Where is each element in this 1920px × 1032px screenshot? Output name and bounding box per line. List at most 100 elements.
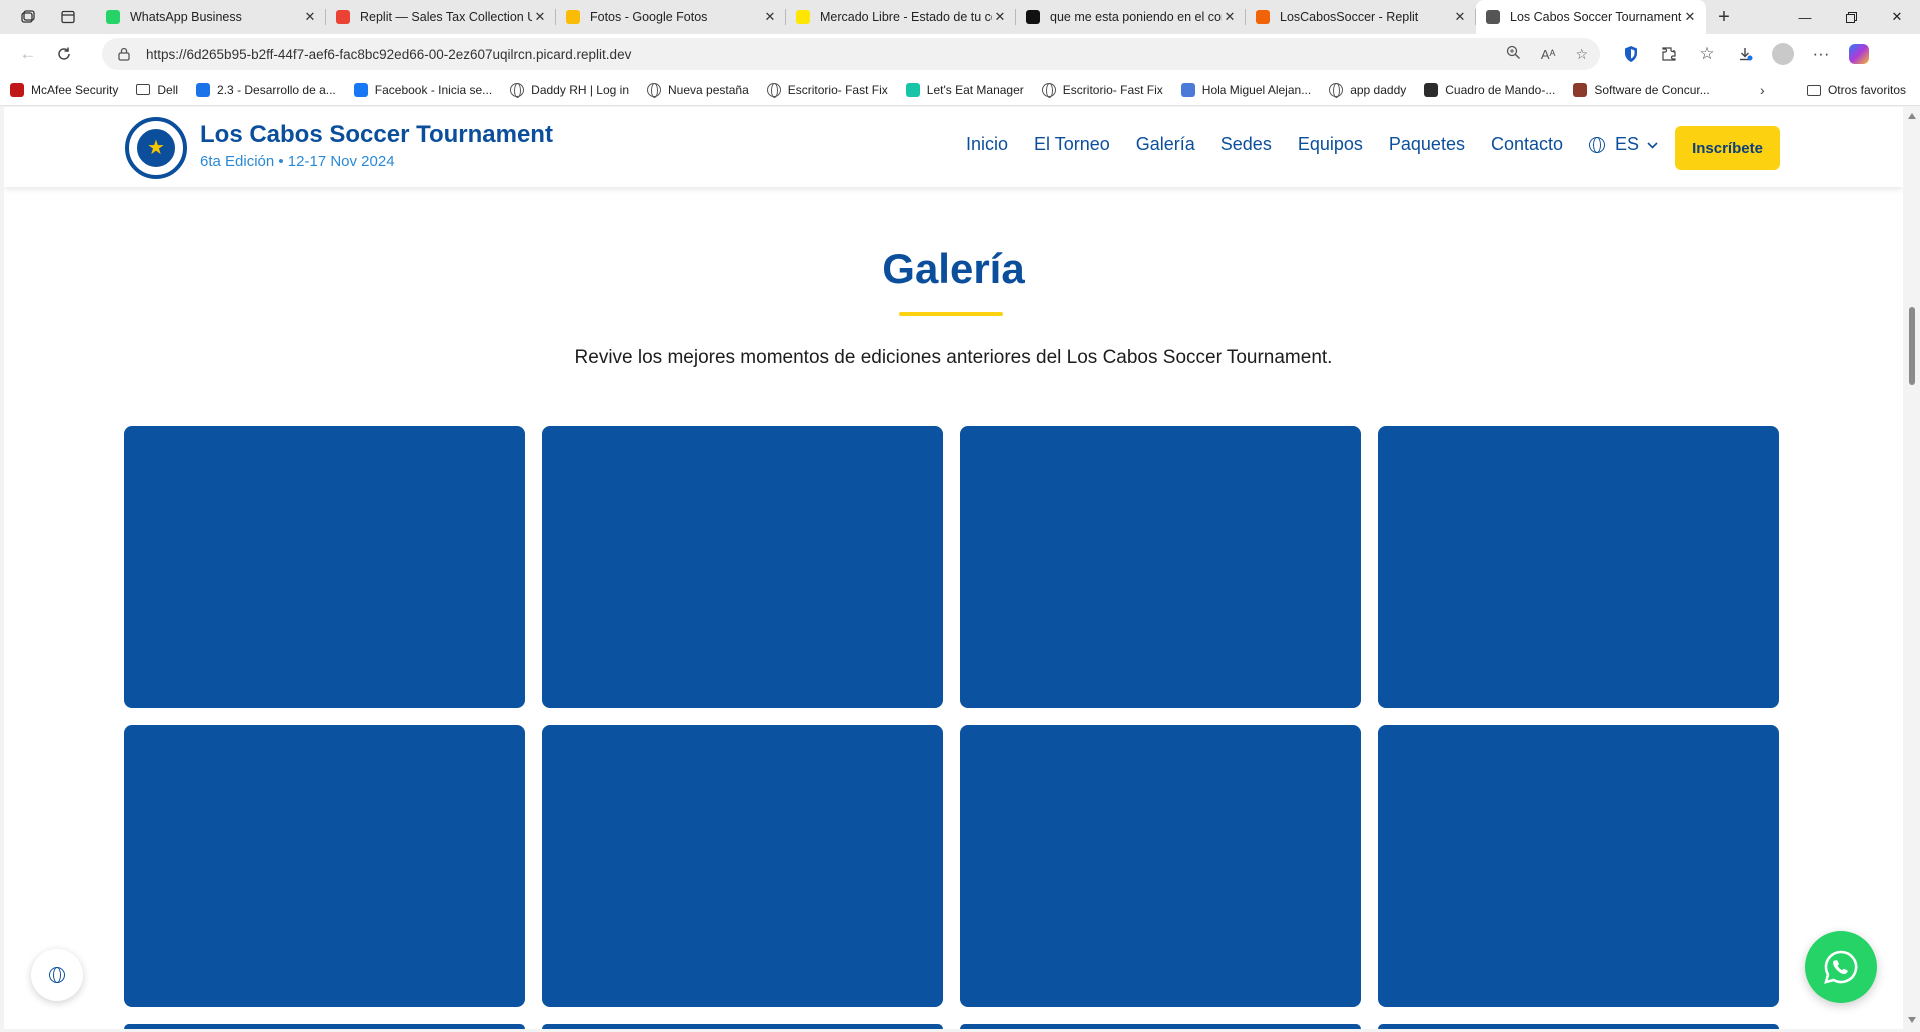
nav-link-galeria[interactable]: Galería	[1136, 134, 1195, 155]
bookmark-label: Nueva pestaña	[668, 82, 749, 97]
bookmark-list: McAfee Security Dell 2.3 - Desarrollo de a…	[10, 82, 1728, 98]
restore-button[interactable]	[1828, 0, 1874, 34]
globe-icon	[1486, 10, 1500, 24]
toolbar-right: ☆ ···	[1612, 34, 1878, 74]
gallery-tile[interactable]	[542, 725, 943, 1007]
scroll-down-arrow-icon[interactable]	[1908, 1017, 1916, 1023]
bookmark-item[interactable]: Let's Eat Manager	[905, 82, 1024, 97]
browser-tab-bar: WhatsApp Business ✕ Replit — Sales Tax Col…	[0, 0, 1920, 34]
gallery-tile[interactable]	[960, 725, 1361, 1007]
shield-extension-icon[interactable]	[1612, 38, 1650, 70]
browser-tab[interactable]: Los Cabos Soccer Tournament - ✕	[1476, 0, 1706, 34]
bookmark-item[interactable]: Hola Miguel Alejan...	[1180, 82, 1311, 97]
whatsapp-icon	[1824, 950, 1858, 984]
loading-icon	[196, 82, 211, 97]
browser-tab[interactable]: Fotos - Google Fotos ✕	[556, 0, 786, 34]
gallery-tile[interactable]	[124, 426, 525, 708]
bookmark-label: 2.3 - Desarrollo de a...	[217, 82, 336, 97]
close-tab-icon[interactable]: ✕	[1682, 9, 1698, 25]
nav-link-inicio[interactable]: Inicio	[966, 134, 1008, 155]
favorite-star-icon[interactable]: ☆	[1575, 46, 1588, 63]
register-button[interactable]: Inscríbete	[1675, 126, 1780, 170]
close-tab-icon[interactable]: ✕	[1452, 9, 1468, 25]
favorites-icon[interactable]: ☆	[1688, 38, 1726, 70]
gallery-tile[interactable]	[542, 426, 943, 708]
bookmark-item[interactable]: Dell	[136, 83, 178, 97]
letseat-icon	[905, 82, 920, 97]
bookmark-item[interactable]: Software de Concur...	[1573, 82, 1710, 97]
scroll-up-arrow-icon[interactable]	[1908, 113, 1916, 119]
refresh-button[interactable]	[46, 38, 82, 70]
address-bar-actions: Aᴬ ☆	[1506, 38, 1588, 70]
site-logo[interactable]: ★	[125, 117, 187, 179]
folder-icon	[1806, 84, 1821, 96]
downloads-icon[interactable]	[1726, 38, 1764, 70]
settings-more-icon[interactable]: ···	[1802, 38, 1840, 70]
browser-tab[interactable]: LosCabosSoccer - Replit ✕	[1246, 0, 1476, 34]
gallery-tile[interactable]	[960, 426, 1361, 708]
gallery-tile[interactable]	[960, 1024, 1361, 1029]
gallery-tile[interactable]	[124, 725, 525, 1007]
facebook-icon	[353, 82, 368, 97]
workspaces-icon[interactable]	[19, 8, 37, 26]
page-scrollbar[interactable]	[1904, 107, 1920, 1029]
extensions-icon[interactable]	[1650, 38, 1688, 70]
back-button[interactable]: ←	[10, 38, 46, 70]
copilot-icon[interactable]	[1840, 38, 1878, 70]
bookmark-item[interactable]: Nueva pestaña	[647, 82, 749, 98]
globe-icon	[766, 82, 781, 98]
bookmark-item[interactable]: Daddy RH | Log in	[510, 82, 629, 98]
new-tab-button[interactable]: +	[1706, 0, 1742, 34]
gallery-tile[interactable]	[1378, 426, 1779, 708]
gallery-tile[interactable]	[1378, 1024, 1779, 1029]
language-selector[interactable]: ES	[1589, 134, 1658, 155]
nav-link-paquetes[interactable]: Paquetes	[1389, 134, 1465, 155]
floating-language-button[interactable]	[31, 949, 83, 1001]
site-info-icon[interactable]	[116, 46, 132, 62]
close-window-button[interactable]: ✕	[1874, 0, 1920, 34]
browser-tab[interactable]: Mercado Libre - Estado de tu co ✕	[786, 0, 1016, 34]
close-tab-icon[interactable]: ✕	[1222, 9, 1238, 25]
brand-title[interactable]: Los Cabos Soccer Tournament	[200, 121, 553, 149]
bookmark-label: Let's Eat Manager	[926, 82, 1024, 97]
other-favorites[interactable]: Otros favoritos	[1806, 74, 1906, 106]
read-aloud-icon[interactable]: Aᴬ	[1541, 47, 1556, 62]
globe-icon	[49, 967, 65, 983]
address-bar[interactable]: https://6d265b95-b2ff-44f7-aef6-fac8bc92…	[102, 38, 1600, 70]
gallery-tile[interactable]	[1378, 725, 1779, 1007]
browser-tab[interactable]: que me esta poniendo en el cor ✕	[1016, 0, 1246, 34]
gmail-icon	[336, 10, 350, 24]
tab-title: WhatsApp Business	[130, 10, 242, 24]
tab-title: Los Cabos Soccer Tournament -	[1510, 10, 1682, 24]
nav-link-sedes[interactable]: Sedes	[1221, 134, 1272, 155]
nav-link-equipos[interactable]: Equipos	[1298, 134, 1363, 155]
bookmark-item[interactable]: Escritorio- Fast Fix	[766, 82, 888, 98]
star-icon: ★	[137, 129, 175, 167]
close-tab-icon[interactable]: ✕	[992, 9, 1008, 25]
profile-avatar[interactable]	[1764, 38, 1802, 70]
zoom-icon[interactable]	[1506, 45, 1521, 63]
close-tab-icon[interactable]: ✕	[762, 9, 778, 25]
gallery-tile[interactable]	[124, 1024, 525, 1029]
bookmark-item[interactable]: Cuadro de Mando-...	[1424, 82, 1555, 97]
bookmark-item[interactable]: Escritorio- Fast Fix	[1041, 82, 1163, 98]
minimize-button[interactable]: —	[1782, 0, 1828, 34]
bookmark-item[interactable]: app daddy	[1329, 82, 1406, 98]
whatsapp-float-button[interactable]	[1805, 931, 1877, 1003]
bookmark-label: Facebook - Inicia se...	[374, 82, 493, 97]
close-tab-icon[interactable]: ✕	[302, 9, 318, 25]
bookmark-item[interactable]: Facebook - Inicia se...	[353, 82, 493, 97]
gallery-tile[interactable]	[542, 1024, 943, 1029]
bookmark-item[interactable]: McAfee Security	[10, 82, 118, 97]
close-tab-icon[interactable]: ✕	[532, 9, 548, 25]
nav-link-el-torneo[interactable]: El Torneo	[1034, 134, 1110, 155]
tab-actions-menu-icon[interactable]	[59, 8, 77, 26]
globe-icon	[510, 82, 525, 98]
browser-tab[interactable]: Replit — Sales Tax Collection Up ✕	[326, 0, 556, 34]
bookmark-item[interactable]: 2.3 - Desarrollo de a...	[196, 82, 336, 97]
scrollbar-thumb[interactable]	[1909, 307, 1915, 385]
nav-link-contacto[interactable]: Contacto	[1491, 134, 1563, 155]
chevron-right-icon[interactable]: ›	[1760, 82, 1765, 98]
browser-tab[interactable]: WhatsApp Business ✕	[96, 0, 326, 34]
bookmark-label: Dell	[157, 82, 179, 97]
